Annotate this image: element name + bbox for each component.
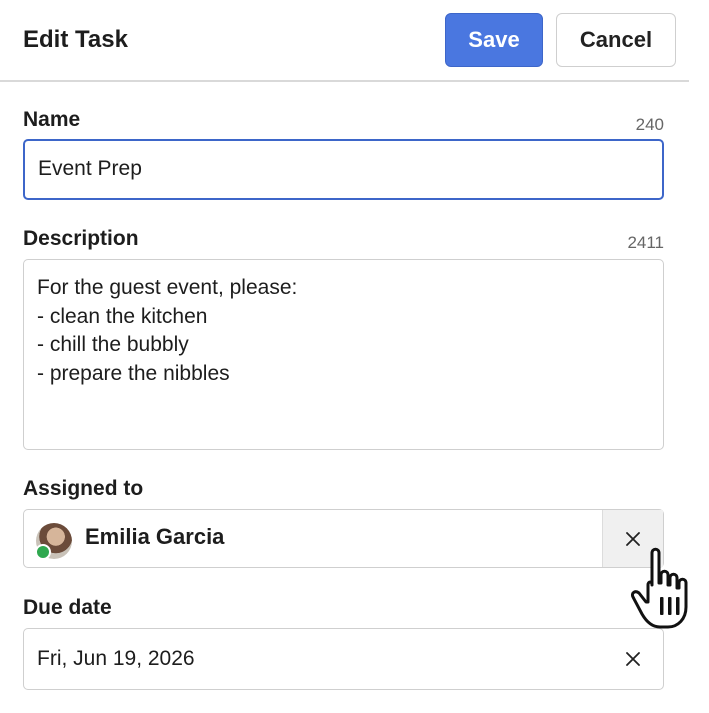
- dialog-header: Edit Task Save Cancel: [0, 0, 689, 82]
- description-textarea[interactable]: For the guest event, please: - clean the…: [23, 259, 664, 450]
- presence-indicator: [35, 544, 51, 560]
- assignee-name: Emilia Garcia: [85, 524, 225, 549]
- clear-assignee-button[interactable]: [602, 510, 663, 567]
- close-icon[interactable]: [625, 531, 641, 547]
- name-input[interactable]: Event Prep: [23, 139, 664, 200]
- due-date-picker[interactable]: Fri, Jun 19, 2026: [23, 628, 664, 690]
- due-date-label: Due date: [23, 596, 112, 619]
- description-label: Description: [23, 227, 139, 250]
- cancel-button[interactable]: Cancel: [556, 13, 676, 67]
- close-icon[interactable]: [625, 651, 641, 667]
- assignee-selector[interactable]: Emilia Garcia: [23, 509, 664, 568]
- due-date-value[interactable]: Fri, Jun 19, 2026: [37, 647, 195, 671]
- page-title: Edit Task: [23, 26, 128, 53]
- save-button[interactable]: Save: [445, 13, 543, 67]
- description-textarea-value[interactable]: For the guest event, please: - clean the…: [37, 274, 297, 388]
- name-label: Name: [23, 108, 81, 131]
- name-input-value[interactable]: Event Prep: [38, 157, 142, 181]
- name-char-counter: 240: [635, 115, 664, 134]
- description-char-counter: 2411: [627, 233, 664, 252]
- assigned-to-label: Assigned to: [23, 477, 144, 500]
- clear-due-date-button[interactable]: [603, 629, 663, 689]
